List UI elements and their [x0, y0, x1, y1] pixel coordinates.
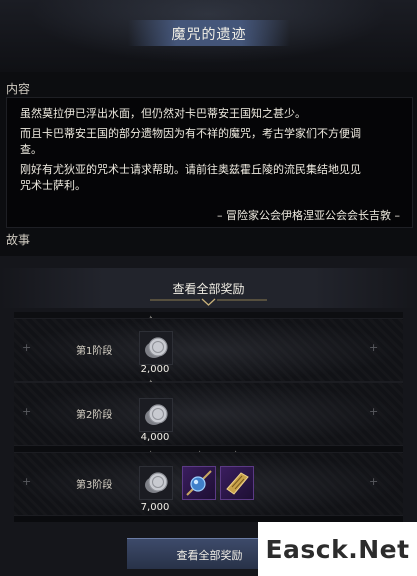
- item-reward-slot[interactable]: [182, 466, 216, 500]
- stage-label: 第3阶段: [76, 480, 113, 491]
- content-line-1: 虽然莫拉伊已浮出水面，但仍然对卡巴蒂安王国知之甚少。: [20, 107, 306, 120]
- plus-icon: +: [369, 475, 379, 488]
- silver-coin-icon: [145, 472, 168, 493]
- content-line-2: 而且卡巴蒂安王国的部分遗物因为有不祥的魔咒，考古学家们不方便调: [20, 127, 361, 140]
- stage-label: 第2阶段: [76, 410, 113, 421]
- content-line-5: 咒术士萨利。: [20, 179, 86, 192]
- item-reward-slot[interactable]: [220, 466, 254, 500]
- content-line-4: 刚好有尤狄亚的咒术士请求帮助。请前往奥兹霍丘陵的流民集结地见见: [20, 163, 361, 176]
- coin-reward-slot[interactable]: [139, 466, 173, 500]
- story-label: 故事: [6, 233, 31, 247]
- reward-amount: 2,000: [140, 364, 170, 375]
- silver-coin-icon: [145, 404, 168, 425]
- plus-icon: +: [369, 405, 379, 418]
- ornament-icon: [150, 298, 267, 306]
- content-label: 内容: [6, 82, 31, 96]
- reward-amount: 7,000: [140, 502, 170, 513]
- coin-reward-slot[interactable]: [139, 331, 173, 365]
- watermark-logo: Easck.Net: [258, 522, 417, 576]
- reward-header-title: 查看全部奖励: [172, 282, 245, 296]
- plus-icon: +: [22, 341, 32, 354]
- golden-scroll-icon: [226, 472, 249, 495]
- coin-reward-slot[interactable]: [139, 398, 173, 432]
- blue-orb-spear-icon: [186, 470, 212, 496]
- title-banner: 魔咒的遗迹: [128, 20, 290, 46]
- stage-row-1: + + 第1阶段: [14, 318, 403, 382]
- plus-icon: +: [369, 341, 379, 354]
- content-box: 虽然莫拉伊已浮出水面，但仍然对卡巴蒂安王国知之甚少。 而且卡巴蒂安王国的部分遗物…: [6, 97, 413, 228]
- stage-row-2: + + 第2阶段: [14, 382, 403, 446]
- content-line-3: 查。: [20, 143, 42, 156]
- plus-icon: +: [22, 475, 32, 488]
- plus-icon: +: [22, 405, 32, 418]
- stage-label: 第1阶段: [76, 346, 113, 357]
- silver-coin-icon: [145, 337, 168, 358]
- content-signature: – 冒险家公会伊格涅亚公会会长吉敦 –: [217, 209, 400, 222]
- reward-amount: 4,000: [140, 432, 170, 443]
- page-title: 魔咒的遗迹: [171, 27, 247, 43]
